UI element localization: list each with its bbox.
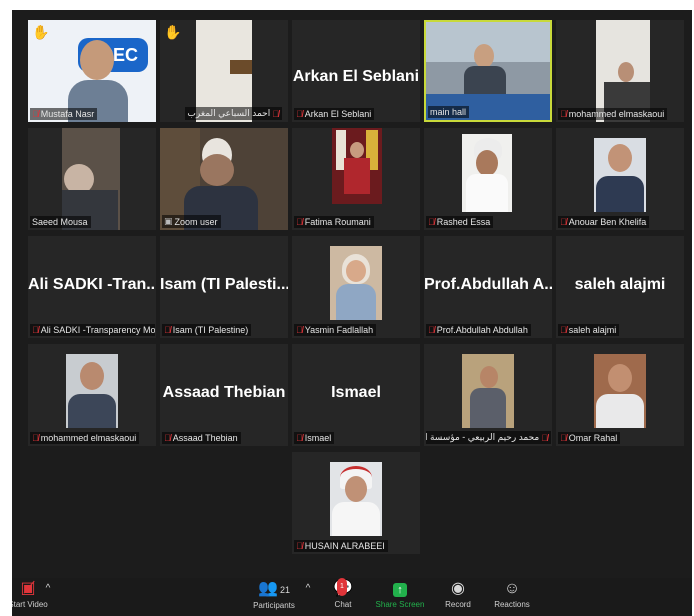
- participants-icon: 👥: [258, 580, 278, 597]
- muted-mic-icon: 🎙̸: [541, 432, 548, 443]
- participants-count: 21: [279, 585, 290, 595]
- participant-display-name: Arkan El Seblani: [292, 68, 420, 85]
- participant-name: Rashed Essa: [436, 217, 491, 227]
- participant-tile[interactable]: Ali SADKI -Tran... 🎙̸ Ali SADKI -Transpar…: [28, 236, 156, 338]
- participant-tile[interactable]: ▣ Zoom user: [160, 128, 288, 230]
- muted-mic-icon: 🎙̸: [428, 325, 435, 335]
- participants-button[interactable]: 👥 21 Participants: [246, 580, 302, 610]
- participant-tile[interactable]: 🎙̸ mohammed elmaskaoui: [28, 344, 156, 446]
- participant-name: HUSAIN ALRABEEI: [304, 541, 385, 551]
- muted-mic-icon: 🎙̸: [296, 109, 303, 119]
- participant-display-name: Prof.Abdullah A...: [424, 276, 552, 293]
- participant-tile-active-speaker[interactable]: main hall: [424, 20, 552, 122]
- camera-feed: [62, 128, 120, 230]
- video-icon: ▣: [164, 216, 173, 226]
- camera-feed: [332, 128, 382, 204]
- muted-mic-icon: 🎙̸: [296, 541, 303, 551]
- participants-options-chevron[interactable]: ^: [302, 580, 314, 598]
- muted-mic-icon: 🎙̸: [296, 325, 303, 335]
- muted-mic-icon: 🎙̸: [428, 217, 435, 227]
- muted-mic-icon: 🎙̸: [164, 325, 171, 335]
- participant-display-name: Ali SADKI -Tran...: [28, 276, 156, 293]
- muted-mic-icon: 🎙̸: [296, 433, 303, 443]
- participant-name: Prof.Abdullah Abdullah: [436, 325, 528, 335]
- gallery-view: ECEC ✋ 🎙̸Mustafa Nasr ✋ 🎙̸احمد السباعي ا…: [12, 10, 692, 570]
- participant-name: احمد السباعي المغرب: [187, 108, 271, 118]
- participant-name: Saeed Mousa: [32, 217, 88, 227]
- participant-name: Omar Rahal: [568, 433, 618, 443]
- participant-name: Assaad Thebian: [172, 433, 238, 443]
- meeting-toolbar: ▣̸ Start Video ^ 👥21 Participants ^ 💬1 C…: [12, 578, 692, 616]
- chat-badge: 1: [337, 578, 347, 596]
- muted-mic-icon: 🎙̸: [560, 325, 567, 335]
- reactions-icon: ☺: [503, 580, 521, 597]
- camera-feed: [594, 138, 646, 212]
- participant-tile[interactable]: Assaad Thebian 🎙̸ Assaad Thebian: [160, 344, 288, 446]
- muted-mic-icon: 🎙̸: [560, 217, 567, 227]
- participant-display-name: Ismael: [331, 384, 381, 401]
- participant-name: main hall: [430, 107, 467, 117]
- participant-name: Zoom user: [174, 216, 218, 227]
- muted-mic-icon: 🎙̸: [32, 433, 39, 443]
- camera-feed: [462, 134, 512, 212]
- reactions-button[interactable]: ☺ Reactions: [490, 580, 534, 609]
- muted-mic-icon: 🎙̸: [560, 109, 567, 119]
- participant-name: Fatima Roumani: [304, 217, 371, 227]
- participant-name: Anouar Ben Khelifa: [568, 217, 647, 227]
- video-options-chevron[interactable]: ^: [42, 580, 54, 598]
- participant-tile[interactable]: ECEC ✋ 🎙̸Mustafa Nasr: [28, 20, 156, 122]
- muted-mic-icon: 🎙̸: [296, 217, 303, 227]
- participant-name: Isam (TI Palestine): [172, 325, 249, 335]
- participant-name: mohammed elmaskaoui: [40, 433, 137, 443]
- participant-tile[interactable]: Saeed Mousa: [28, 128, 156, 230]
- participant-tile[interactable]: 🎙̸ Rashed Essa: [424, 128, 552, 230]
- participant-name: Ali SADKI -Transparency Mo...: [40, 325, 155, 335]
- participant-name: mohammed elmaskaoui: [568, 109, 665, 119]
- record-button[interactable]: ◉ Record: [440, 580, 476, 609]
- participant-tile[interactable]: 🎙̸ Yasmin Fadlallah: [292, 236, 420, 338]
- camera-feed: [66, 354, 118, 428]
- muted-mic-icon: 🎙̸: [164, 433, 171, 443]
- participant-tile[interactable]: 🎙̸ Anouar Ben Khelifa: [556, 128, 684, 230]
- participant-name: محمد رحيم الربيعي - مؤسسة ا...: [426, 432, 540, 442]
- chat-button[interactable]: 💬1 Chat: [328, 578, 358, 609]
- muted-mic-icon: 🎙̸: [560, 433, 567, 443]
- participant-tile[interactable]: Ismael 🎙̸ Ismael: [292, 344, 420, 446]
- participant-tile[interactable]: 🎙̸ HUSAIN ALRABEEI: [292, 452, 420, 554]
- participant-name: Yasmin Fadlallah: [304, 325, 374, 335]
- participant-tile[interactable]: ✋ 🎙̸ احمد السباعي المغرب: [160, 20, 288, 122]
- camera-feed: [594, 354, 646, 428]
- raised-hand-icon: ✋: [32, 24, 50, 40]
- muted-mic-icon: 🎙̸: [32, 325, 39, 335]
- muted-mic-icon: 🎙̸: [32, 109, 39, 119]
- participant-name: Ismael: [304, 433, 332, 443]
- participant-display-name: Isam (TI Palesti...: [160, 276, 288, 293]
- participant-tile[interactable]: 🎙̸ Fatima Roumani: [292, 128, 420, 230]
- participant-tile[interactable]: 🎙̸ Omar Rahal: [556, 344, 684, 446]
- chevron-up-icon: ^: [305, 583, 311, 594]
- share-screen-button[interactable]: ↑ Share Screen: [372, 580, 428, 609]
- chat-icon: 💬1: [328, 578, 358, 598]
- share-screen-icon: ↑: [393, 583, 407, 597]
- camera-feed: [330, 246, 382, 320]
- participant-tile[interactable]: Isam (TI Palesti... 🎙̸ Isam (TI Palestine…: [160, 236, 288, 338]
- participant-display-name: Assaad Thebian: [162, 384, 286, 401]
- record-icon: ◉: [451, 580, 465, 597]
- participant-tile[interactable]: Arkan El Seblani 🎙̸ Arkan El Seblani: [292, 20, 420, 122]
- participant-tile[interactable]: 🎙̸ محمد رحيم الربيعي - مؤسسة ا...: [424, 344, 552, 446]
- participant-name: saleh alajmi: [568, 325, 617, 335]
- camera-feed: [596, 20, 650, 122]
- participant-tile[interactable]: 🎙̸ mohammed elmaskaoui: [556, 20, 684, 122]
- muted-mic-icon: 🎙̸: [272, 108, 279, 119]
- camera-feed: [462, 354, 514, 428]
- participant-name: Arkan El Seblani: [304, 109, 372, 119]
- participant-name: Mustafa Nasr: [40, 109, 95, 119]
- participant-display-name: saleh alajmi: [574, 276, 666, 293]
- zoom-meeting-window: ECEC ✋ 🎙̸Mustafa Nasr ✋ 🎙̸احمد السباعي ا…: [12, 10, 692, 616]
- chevron-up-icon: ^: [45, 583, 51, 594]
- participant-tile[interactable]: saleh alajmi 🎙̸ saleh alajmi: [556, 236, 684, 338]
- raised-hand-icon: ✋: [164, 24, 182, 40]
- participant-tile[interactable]: Prof.Abdullah A... 🎙̸ Prof.Abdullah Abdul…: [424, 236, 552, 338]
- camera-feed: [330, 462, 382, 536]
